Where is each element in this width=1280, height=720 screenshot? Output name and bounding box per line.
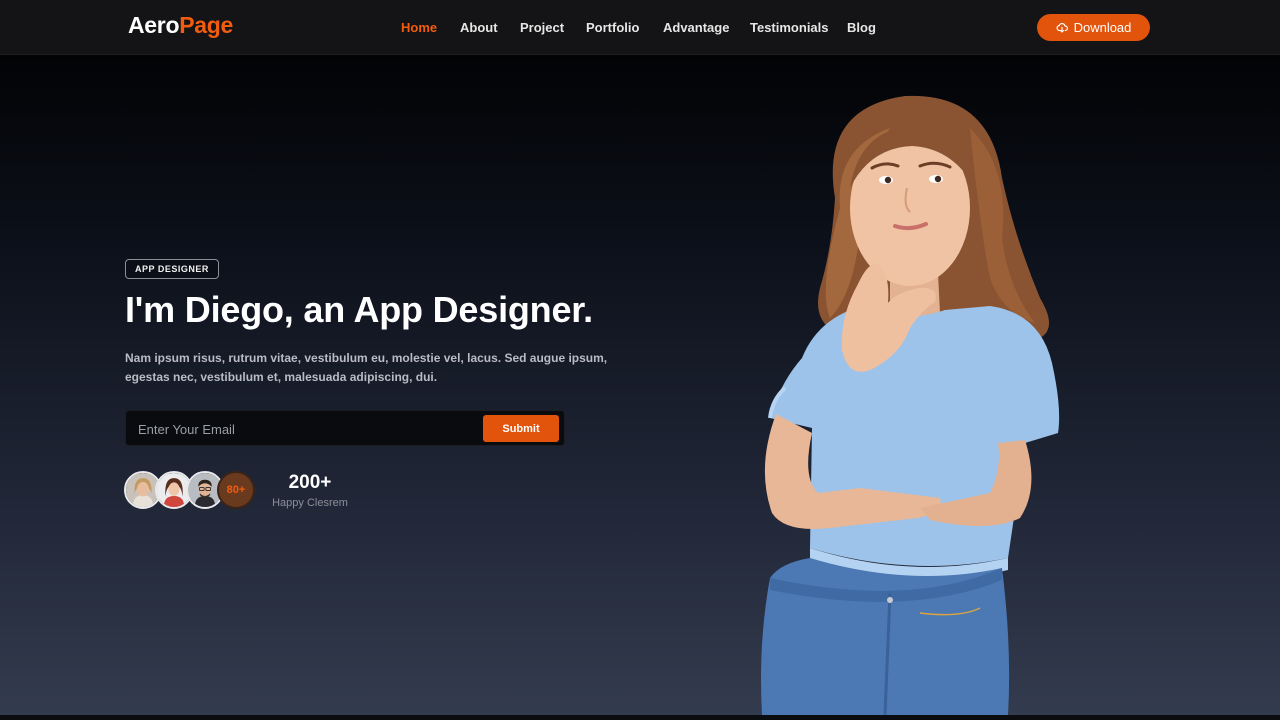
site-header: AeroPage Home About Project Portfolio Ad…: [0, 0, 1280, 55]
nav-advantage[interactable]: Advantage: [663, 20, 729, 35]
email-form: Submit: [125, 410, 565, 446]
client-avatars: 80+: [124, 471, 264, 511]
happy-clients-label: Happy Clesrem: [272, 497, 348, 509]
avatar-more-count: 80+: [217, 471, 255, 509]
role-tag: APP DESIGNER: [125, 259, 219, 279]
email-input[interactable]: [138, 419, 468, 439]
nav-blog[interactable]: Blog: [847, 20, 876, 35]
nav-testimonials[interactable]: Testimonials: [750, 20, 829, 35]
download-button[interactable]: Download: [1037, 14, 1150, 41]
bottom-bar: [0, 715, 1280, 720]
cloud-download-icon: [1056, 22, 1068, 34]
nav-home[interactable]: Home: [401, 20, 437, 35]
nav-about[interactable]: About: [460, 20, 498, 35]
happy-clients-count: 200+: [288, 472, 332, 493]
submit-button[interactable]: Submit: [483, 415, 559, 442]
nav-portfolio[interactable]: Portfolio: [586, 20, 639, 35]
download-label: Download: [1073, 20, 1132, 35]
hero-description: Nam ipsum risus, rutrum vitae, vestibulu…: [125, 351, 608, 384]
hero-person-image: [761, 95, 1060, 715]
nav-project[interactable]: Project: [520, 20, 564, 35]
hero-title: I'm Diego, an App Designer.: [125, 289, 593, 330]
